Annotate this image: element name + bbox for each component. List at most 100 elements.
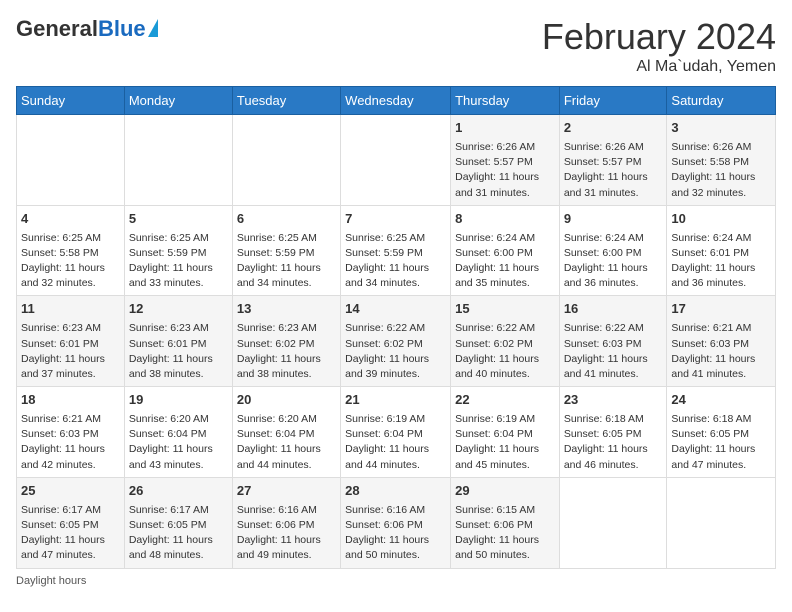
- daylight-text: Daylight: 11 hours and 47 minutes.: [21, 534, 105, 561]
- sunset-text: Sunset: 6:02 PM: [345, 338, 423, 350]
- daylight-text: Daylight: 11 hours and 36 minutes.: [564, 262, 648, 289]
- logo-blue-text: Blue: [98, 16, 146, 42]
- sunrise-text: Sunrise: 6:24 AM: [455, 232, 535, 244]
- calendar-cell: 11Sunrise: 6:23 AMSunset: 6:01 PMDayligh…: [17, 296, 125, 387]
- day-number: 3: [671, 119, 771, 138]
- sunset-text: Sunset: 5:59 PM: [237, 247, 315, 259]
- calendar-cell: 17 Sunrise: 6:21 AM Sunset: 6:03 PM Dayligh…: [667, 296, 776, 387]
- weekday-header: Wednesday: [341, 87, 451, 115]
- daylight-text: Daylight: 11 hours and 41 minutes.: [671, 353, 755, 380]
- sunset-text: Sunset: 6:01 PM: [21, 338, 99, 350]
- day-number: 12: [129, 300, 228, 319]
- day-number: 22: [455, 391, 555, 410]
- sunrise-text: Sunrise: 6:19 AM: [345, 413, 425, 425]
- sunset-text: Sunset: 5:58 PM: [671, 156, 749, 168]
- calendar-cell: 10Sunrise: 6:24 AMSunset: 6:01 PMDayligh…: [667, 205, 776, 296]
- calendar-cell: 23Sunrise: 6:18 AMSunset: 6:05 PMDayligh…: [559, 387, 667, 478]
- sunset-text: Sunset: 6:00 PM: [564, 247, 642, 259]
- calendar-cell: 16Sunrise: 6:22 AMSunset: 6:03 PMDayligh…: [559, 296, 667, 387]
- day-number: 28: [345, 482, 446, 501]
- daylight-text: Daylight: 11 hours and 32 minutes.: [671, 171, 755, 198]
- sunrise-text: Sunrise: 6:17 AM: [129, 504, 209, 516]
- sunset-text: Sunset: 6:04 PM: [455, 428, 533, 440]
- sunset-text: Sunset: 6:03 PM: [671, 338, 749, 350]
- sunrise-text: Sunrise: 6:18 AM: [671, 413, 751, 425]
- title-block: February 2024 Al Ma`udah, Yemen: [542, 16, 776, 76]
- calendar-cell: 3Sunrise: 6:26 AMSunset: 5:58 PMDaylight…: [667, 115, 776, 206]
- weekday-header: Saturday: [667, 87, 776, 115]
- weekday-header: Friday: [559, 87, 667, 115]
- logo: General Blue: [16, 16, 158, 42]
- sunset-text: Sunset: 5:59 PM: [129, 247, 207, 259]
- sunrise-text: Sunrise: 6:25 AM: [345, 232, 425, 244]
- calendar-cell: 29Sunrise: 6:15 AMSunset: 6:06 PMDayligh…: [451, 477, 560, 568]
- calendar-cell: [559, 477, 667, 568]
- sunrise-text: Sunrise: 6:23 AM: [129, 322, 209, 334]
- sunrise-text: Sunrise: 6:20 AM: [129, 413, 209, 425]
- sunrise-text: Sunrise: 6:25 AM: [21, 232, 101, 244]
- day-number: 24: [671, 391, 771, 410]
- day-number: 14: [345, 300, 446, 319]
- calendar-cell: 28Sunrise: 6:16 AMSunset: 6:06 PMDayligh…: [341, 477, 451, 568]
- day-number: 21: [345, 391, 446, 410]
- sunrise-text: Sunrise: 6:25 AM: [129, 232, 209, 244]
- calendar-week-row: 1 Sunrise: 6:26 AM Sunset: 5:57 PM Daylight…: [17, 115, 776, 206]
- calendar-cell: 6Sunrise: 6:25 AMSunset: 5:59 PMDaylight…: [232, 205, 340, 296]
- daylight-text: Daylight: 11 hours and 31 minutes.: [564, 171, 648, 198]
- calendar-cell: 12Sunrise: 6:23 AMSunset: 6:01 PMDayligh…: [124, 296, 232, 387]
- sunset-text: Sunset: 6:04 PM: [237, 428, 315, 440]
- sunset-text: Sunset: 6:06 PM: [237, 519, 315, 531]
- calendar-cell: 14Sunrise: 6:22 AMSunset: 6:02 PMDayligh…: [341, 296, 451, 387]
- calendar-cell: 21Sunrise: 6:19 AMSunset: 6:04 PMDayligh…: [341, 387, 451, 478]
- day-number: 25: [21, 482, 120, 501]
- daylight-text: Daylight: 11 hours and 39 minutes.: [345, 353, 429, 380]
- daylight-label: Daylight hours: [16, 575, 86, 587]
- daylight-text: Daylight: 11 hours and 37 minutes.: [21, 353, 105, 380]
- day-number: 7: [345, 210, 446, 229]
- daylight-text: Daylight: 11 hours and 41 minutes.: [564, 353, 648, 380]
- sunrise-text: Sunrise: 6:26 AM: [455, 141, 535, 153]
- day-number: 16: [564, 300, 663, 319]
- day-number: 17: [671, 300, 771, 319]
- day-number: 10: [671, 210, 771, 229]
- sunrise-text: Sunrise: 6:23 AM: [21, 322, 101, 334]
- calendar-cell: [341, 115, 451, 206]
- calendar-cell: 26Sunrise: 6:17 AMSunset: 6:05 PMDayligh…: [124, 477, 232, 568]
- sunrise-text: Sunrise: 6:22 AM: [564, 322, 644, 334]
- calendar-cell: 4Sunrise: 6:25 AMSunset: 5:58 PMDaylight…: [17, 205, 125, 296]
- sunrise-text: Sunrise: 6:21 AM: [671, 322, 751, 334]
- daylight-text: Daylight: 11 hours and 48 minutes.: [129, 534, 213, 561]
- day-number: 19: [129, 391, 228, 410]
- daylight-text: Daylight: 11 hours and 38 minutes.: [237, 353, 321, 380]
- sunrise-text: Sunrise: 6:23 AM: [237, 322, 317, 334]
- calendar-cell: [667, 477, 776, 568]
- day-number: 15: [455, 300, 555, 319]
- day-number: 1: [455, 119, 555, 138]
- sunrise-text: Sunrise: 6:18 AM: [564, 413, 644, 425]
- sunrise-text: Sunrise: 6:24 AM: [564, 232, 644, 244]
- calendar-week-row: 4 Sunrise: 6:25 AM Sunset: 5:58 PM Daylight…: [17, 205, 776, 296]
- sunset-text: Sunset: 5:57 PM: [455, 156, 533, 168]
- weekday-header-row: SundayMondayTuesdayWednesdayThursdayFrid…: [17, 87, 776, 115]
- day-number: 18: [21, 391, 120, 410]
- calendar-cell: 18Sunrise: 6:21 AMSunset: 6:03 PMDayligh…: [17, 387, 125, 478]
- day-number: 29: [455, 482, 555, 501]
- calendar-week-row: 11Sunrise: 6:23 AMSunset: 6:01 PMDayligh…: [17, 296, 776, 387]
- calendar-cell: 22Sunrise: 6:19 AMSunset: 6:04 PMDayligh…: [451, 387, 560, 478]
- sunset-text: Sunset: 6:03 PM: [21, 428, 99, 440]
- sunrise-text: Sunrise: 6:26 AM: [564, 141, 644, 153]
- daylight-text: Daylight: 11 hours and 47 minutes.: [671, 443, 755, 470]
- page-header: General Blue February 2024 Al Ma`udah, Y…: [16, 16, 776, 76]
- day-number: 4: [21, 210, 120, 229]
- calendar-table: SundayMondayTuesdayWednesdayThursdayFrid…: [16, 86, 776, 569]
- sunrise-text: Sunrise: 6:24 AM: [671, 232, 751, 244]
- daylight-text: Daylight: 11 hours and 46 minutes.: [564, 443, 648, 470]
- calendar-week-row: 25Sunrise: 6:17 AMSunset: 6:05 PMDayligh…: [17, 477, 776, 568]
- calendar-cell: 5Sunrise: 6:25 AMSunset: 5:59 PMDaylight…: [124, 205, 232, 296]
- calendar-cell: 13Sunrise: 6:23 AMSunset: 6:02 PMDayligh…: [232, 296, 340, 387]
- sunrise-text: Sunrise: 6:16 AM: [345, 504, 425, 516]
- footer: Daylight hours: [16, 575, 776, 587]
- calendar-cell: 19Sunrise: 6:20 AMSunset: 6:04 PMDayligh…: [124, 387, 232, 478]
- sunset-text: Sunset: 5:58 PM: [21, 247, 99, 259]
- daylight-text: Daylight: 11 hours and 50 minutes.: [345, 534, 429, 561]
